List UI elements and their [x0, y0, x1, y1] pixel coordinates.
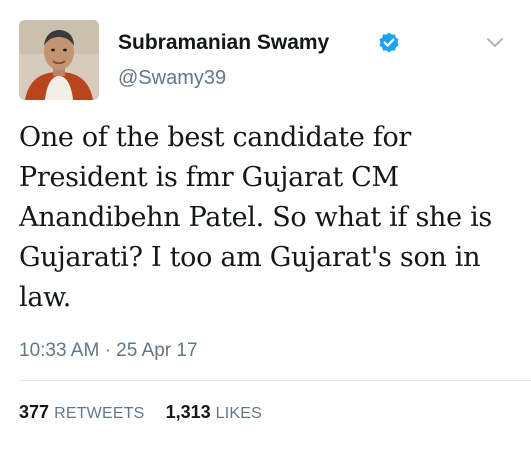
- verified-badge-icon: [379, 32, 399, 53]
- avatar-image: [19, 20, 99, 100]
- tweet-timestamp[interactable]: 10:33 AM · 25 Apr 17: [19, 340, 198, 362]
- tweet-card: Subramanian Swamy @Swamy39 One of the be…: [0, 0, 531, 449]
- divider: [19, 380, 531, 381]
- likes-label: LIKES: [215, 405, 262, 422]
- user-handle[interactable]: @Swamy39: [118, 67, 226, 90]
- retweets-count: 377: [19, 402, 50, 422]
- retweets-label: RETWEETS: [54, 405, 145, 422]
- tweet-date: 25 Apr 17: [116, 340, 198, 361]
- display-name[interactable]: Subramanian Swamy: [118, 31, 329, 55]
- likes-stat[interactable]: 1,313 LIKES: [166, 402, 262, 423]
- avatar[interactable]: [19, 20, 99, 100]
- timestamp-separator: ·: [104, 340, 111, 361]
- tweet-text: One of the best candidate for President …: [19, 122, 492, 313]
- likes-count: 1,313: [165, 402, 211, 422]
- retweets-stat[interactable]: 377 RETWEETS: [19, 402, 145, 423]
- tweet-time: 10:33 AM: [19, 340, 100, 361]
- chevron-down-icon[interactable]: [485, 36, 505, 50]
- tweet-stats: 377 RETWEETS 1,313 LIKES: [19, 402, 262, 423]
